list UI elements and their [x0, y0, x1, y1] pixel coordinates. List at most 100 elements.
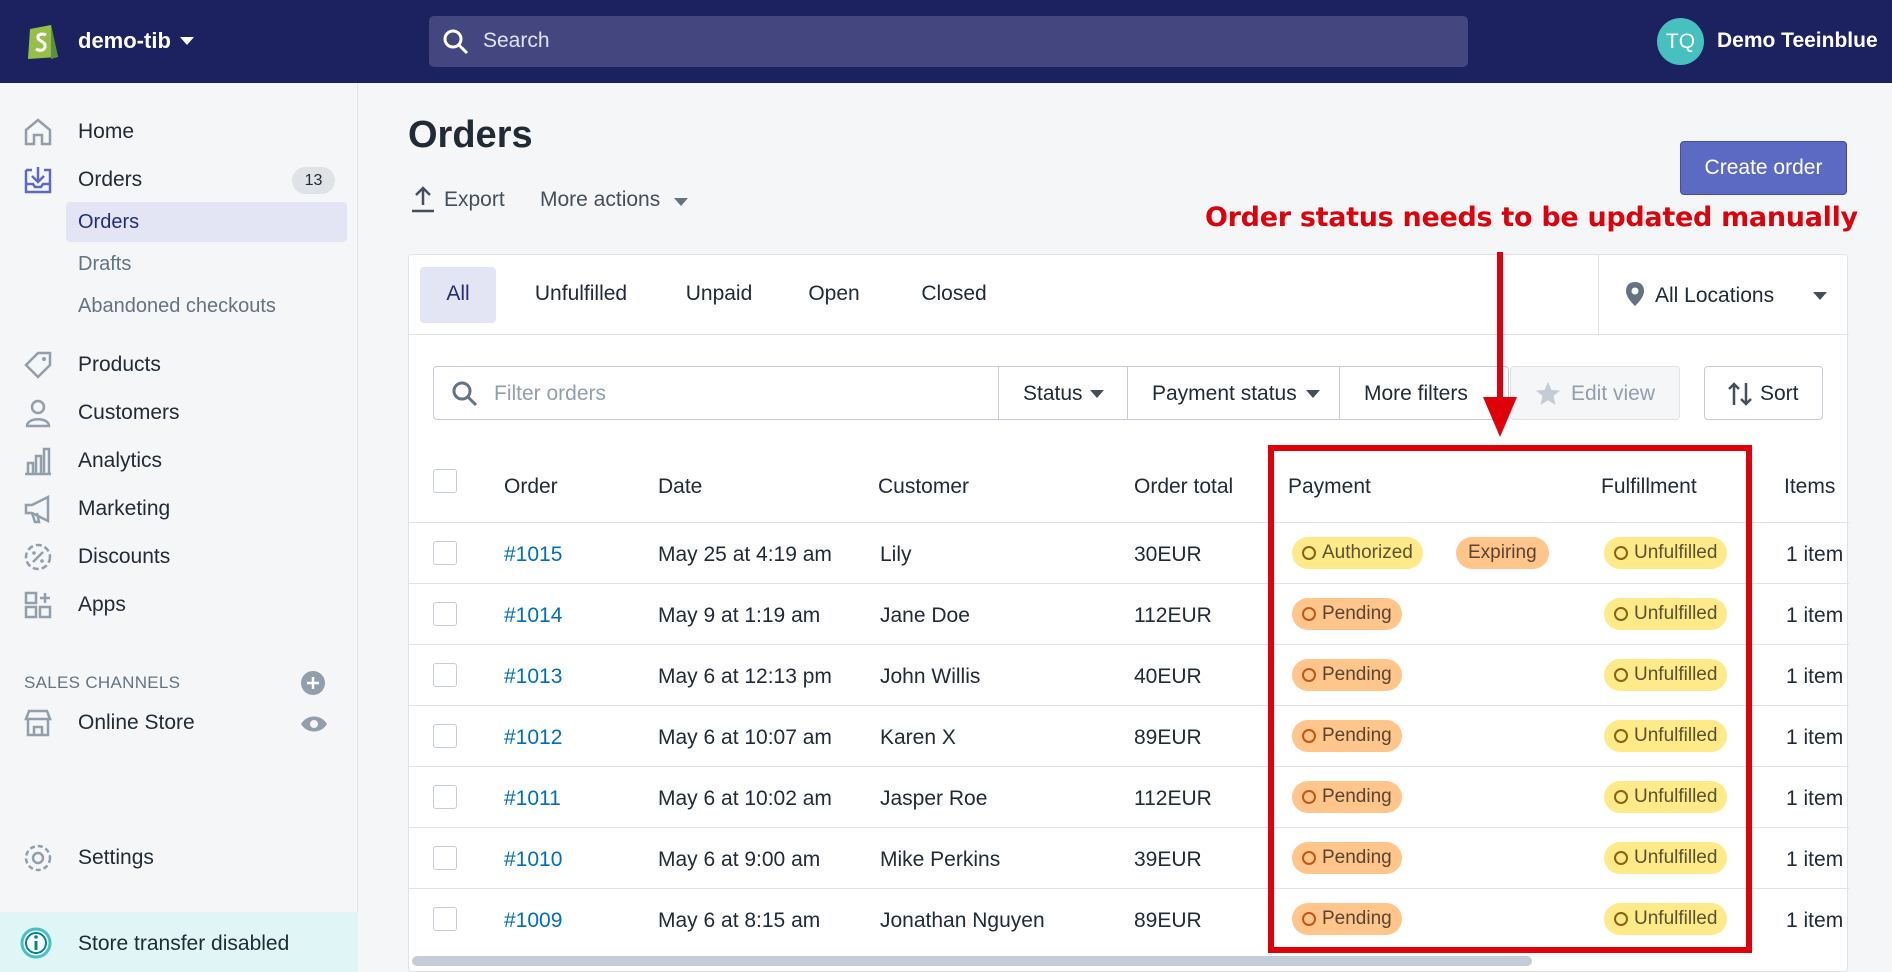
sidebar-item-label: Apps — [78, 593, 126, 616]
column-header-payment[interactable]: Payment — [1288, 475, 1371, 499]
table-row[interactable]: #1009 May 6 at 8:15 am Jonathan Nguyen 89EU… — [409, 889, 1849, 950]
payment-status-label: Pending — [1322, 664, 1392, 685]
column-header-date[interactable]: Date — [658, 475, 702, 499]
discount-icon — [24, 543, 52, 571]
chevron-down-icon — [1813, 292, 1827, 300]
table-row[interactable]: #1010 May 6 at 9:00 am Mike Perkins 39EUR Pe… — [409, 828, 1849, 889]
order-total: 112EUR — [1134, 604, 1212, 627]
sidebar-item-settings[interactable]: Settings — [0, 838, 358, 878]
table-row[interactable]: #1012 May 6 at 10:07 am Karen X 89EUR Pendin… — [409, 706, 1849, 767]
tab-label: Closed — [921, 282, 987, 305]
row-checkbox[interactable] — [433, 907, 457, 931]
column-header-order-total[interactable]: Order total — [1134, 475, 1233, 499]
tab-label: Unfulfilled — [534, 282, 628, 305]
home-icon — [24, 118, 52, 146]
sidebar-item-analytics[interactable]: Analytics — [0, 441, 358, 481]
sidebar-subitem-label: Drafts — [78, 253, 132, 275]
add-circle-icon[interactable] — [301, 671, 325, 695]
sidebar-item-label: Settings — [78, 846, 154, 869]
column-header-fulfillment[interactable]: Fulfillment — [1601, 475, 1697, 499]
payment-status-badge: Pending — [1292, 842, 1402, 874]
payment-status-label: Authorized — [1322, 542, 1413, 563]
column-header-customer[interactable]: Customer — [878, 475, 969, 499]
tab-unfulfilled[interactable]: Unfulfilled — [516, 267, 646, 323]
filter-orders-input[interactable]: Filter orders — [433, 366, 999, 420]
status-filter-button[interactable]: Status — [998, 366, 1128, 420]
eye-icon[interactable] — [300, 714, 328, 734]
select-all-checkbox[interactable] — [433, 469, 457, 493]
sort-button[interactable]: Sort — [1704, 366, 1823, 420]
table-row[interactable]: #1011 May 6 at 10:02 am Jasper Roe 112EUR Pe… — [409, 767, 1849, 828]
order-number-link[interactable]: #1013 — [504, 665, 562, 689]
create-order-button[interactable]: Create order — [1680, 141, 1847, 195]
fulfillment-status-badge: Unfulfilled — [1604, 720, 1728, 752]
order-number-link[interactable]: #1012 — [504, 726, 562, 750]
tag-icon — [24, 351, 52, 379]
order-number-link[interactable]: #1015 — [504, 543, 562, 567]
user-name[interactable]: Demo Teeinblue — [1717, 29, 1878, 53]
horizontal-scrollbar[interactable] — [412, 956, 1532, 966]
sidebar-item-apps[interactable]: Apps — [0, 585, 358, 625]
sidebar-item-discounts[interactable]: Discounts — [0, 537, 358, 577]
tab-unpaid[interactable]: Unpaid — [669, 267, 769, 323]
row-checkbox[interactable] — [433, 846, 457, 870]
sidebar-item-customers[interactable]: Customers — [0, 393, 358, 433]
page-title: Orders — [408, 114, 533, 156]
sidebar-item-orders[interactable]: Orders 13 — [0, 160, 358, 200]
order-items-count: 1 item — [1786, 604, 1844, 627]
store-transfer-banner[interactable]: Store transfer disabled — [0, 912, 358, 972]
locations-selector[interactable]: All Locations — [1598, 255, 1849, 335]
order-number-link[interactable]: #1014 — [504, 604, 562, 628]
column-header-items[interactable]: Items — [1784, 475, 1835, 499]
tab-open[interactable]: Open — [789, 267, 879, 323]
sidebar-subitem-orders[interactable]: Orders — [66, 202, 347, 242]
table-row[interactable]: #1014 May 9 at 1:19 am Jane Doe 112EUR Pendi… — [409, 584, 1849, 645]
fulfillment-status-badge: Unfulfilled — [1604, 842, 1728, 874]
shopify-logo-icon[interactable] — [24, 19, 62, 61]
order-customer: John Willis — [880, 665, 981, 688]
chevron-down-icon — [1306, 390, 1320, 398]
order-items-count: 1 item — [1786, 787, 1844, 810]
fulfillment-status-badge: Unfulfilled — [1604, 659, 1728, 691]
fulfillment-status-label: Unfulfilled — [1634, 786, 1718, 807]
more-actions-button[interactable]: More actions — [540, 183, 690, 217]
search-input[interactable]: Search — [429, 16, 1468, 67]
order-number-link[interactable]: #1010 — [504, 848, 562, 872]
column-header-order[interactable]: Order — [504, 475, 558, 499]
fulfillment-status-label: Unfulfilled — [1634, 847, 1718, 868]
row-checkbox[interactable] — [433, 785, 457, 809]
sales-channels-heading: SALES CHANNELS — [24, 673, 181, 692]
tab-label: Open — [808, 282, 860, 305]
edit-view-button[interactable]: Edit view — [1510, 366, 1680, 420]
sidebar-item-home[interactable]: Home — [0, 112, 358, 152]
orders-card: All Unfulfilled Unpaid Open Closed All L… — [408, 254, 1849, 972]
store-name[interactable]: demo-tib — [78, 28, 171, 54]
fulfillment-status-label: Unfulfilled — [1634, 603, 1718, 624]
fulfillment-status-badge: Unfulfilled — [1604, 903, 1728, 935]
sidebar-item-products[interactable]: Products — [0, 345, 358, 385]
location-pin-icon — [1626, 282, 1644, 306]
expiring-badge: Expiring — [1456, 537, 1549, 569]
avatar[interactable]: TQ — [1657, 18, 1704, 65]
row-checkbox[interactable] — [433, 602, 457, 626]
row-checkbox[interactable] — [433, 663, 457, 687]
tab-closed[interactable]: Closed — [899, 267, 1009, 323]
table-row[interactable]: #1013 May 6 at 12:13 pm John Willis 40EUR Pe… — [409, 645, 1849, 706]
order-customer: Jane Doe — [880, 604, 970, 627]
status-dot-icon — [1614, 729, 1628, 743]
row-checkbox[interactable] — [433, 541, 457, 565]
sidebar-subitem-drafts[interactable]: Drafts — [66, 244, 347, 284]
chevron-down-icon[interactable] — [180, 37, 194, 45]
fulfillment-status-label: Unfulfilled — [1634, 542, 1718, 563]
order-number-link[interactable]: #1011 — [504, 787, 561, 811]
order-number-link[interactable]: #1009 — [504, 909, 562, 933]
sidebar-item-marketing[interactable]: Marketing — [0, 489, 358, 529]
payment-status-filter-button[interactable]: Payment status — [1127, 366, 1340, 420]
sidebar-item-label: Home — [78, 120, 135, 143]
apps-icon — [24, 591, 52, 619]
tab-all[interactable]: All — [420, 267, 496, 323]
sidebar-subitem-abandoned-checkouts[interactable]: Abandoned checkouts — [66, 286, 347, 326]
row-checkbox[interactable] — [433, 724, 457, 748]
payment-status-badge: Authorized — [1292, 537, 1423, 569]
table-row[interactable]: #1015 May 25 at 4:19 am Lily 30EUR Authorize… — [409, 523, 1849, 584]
